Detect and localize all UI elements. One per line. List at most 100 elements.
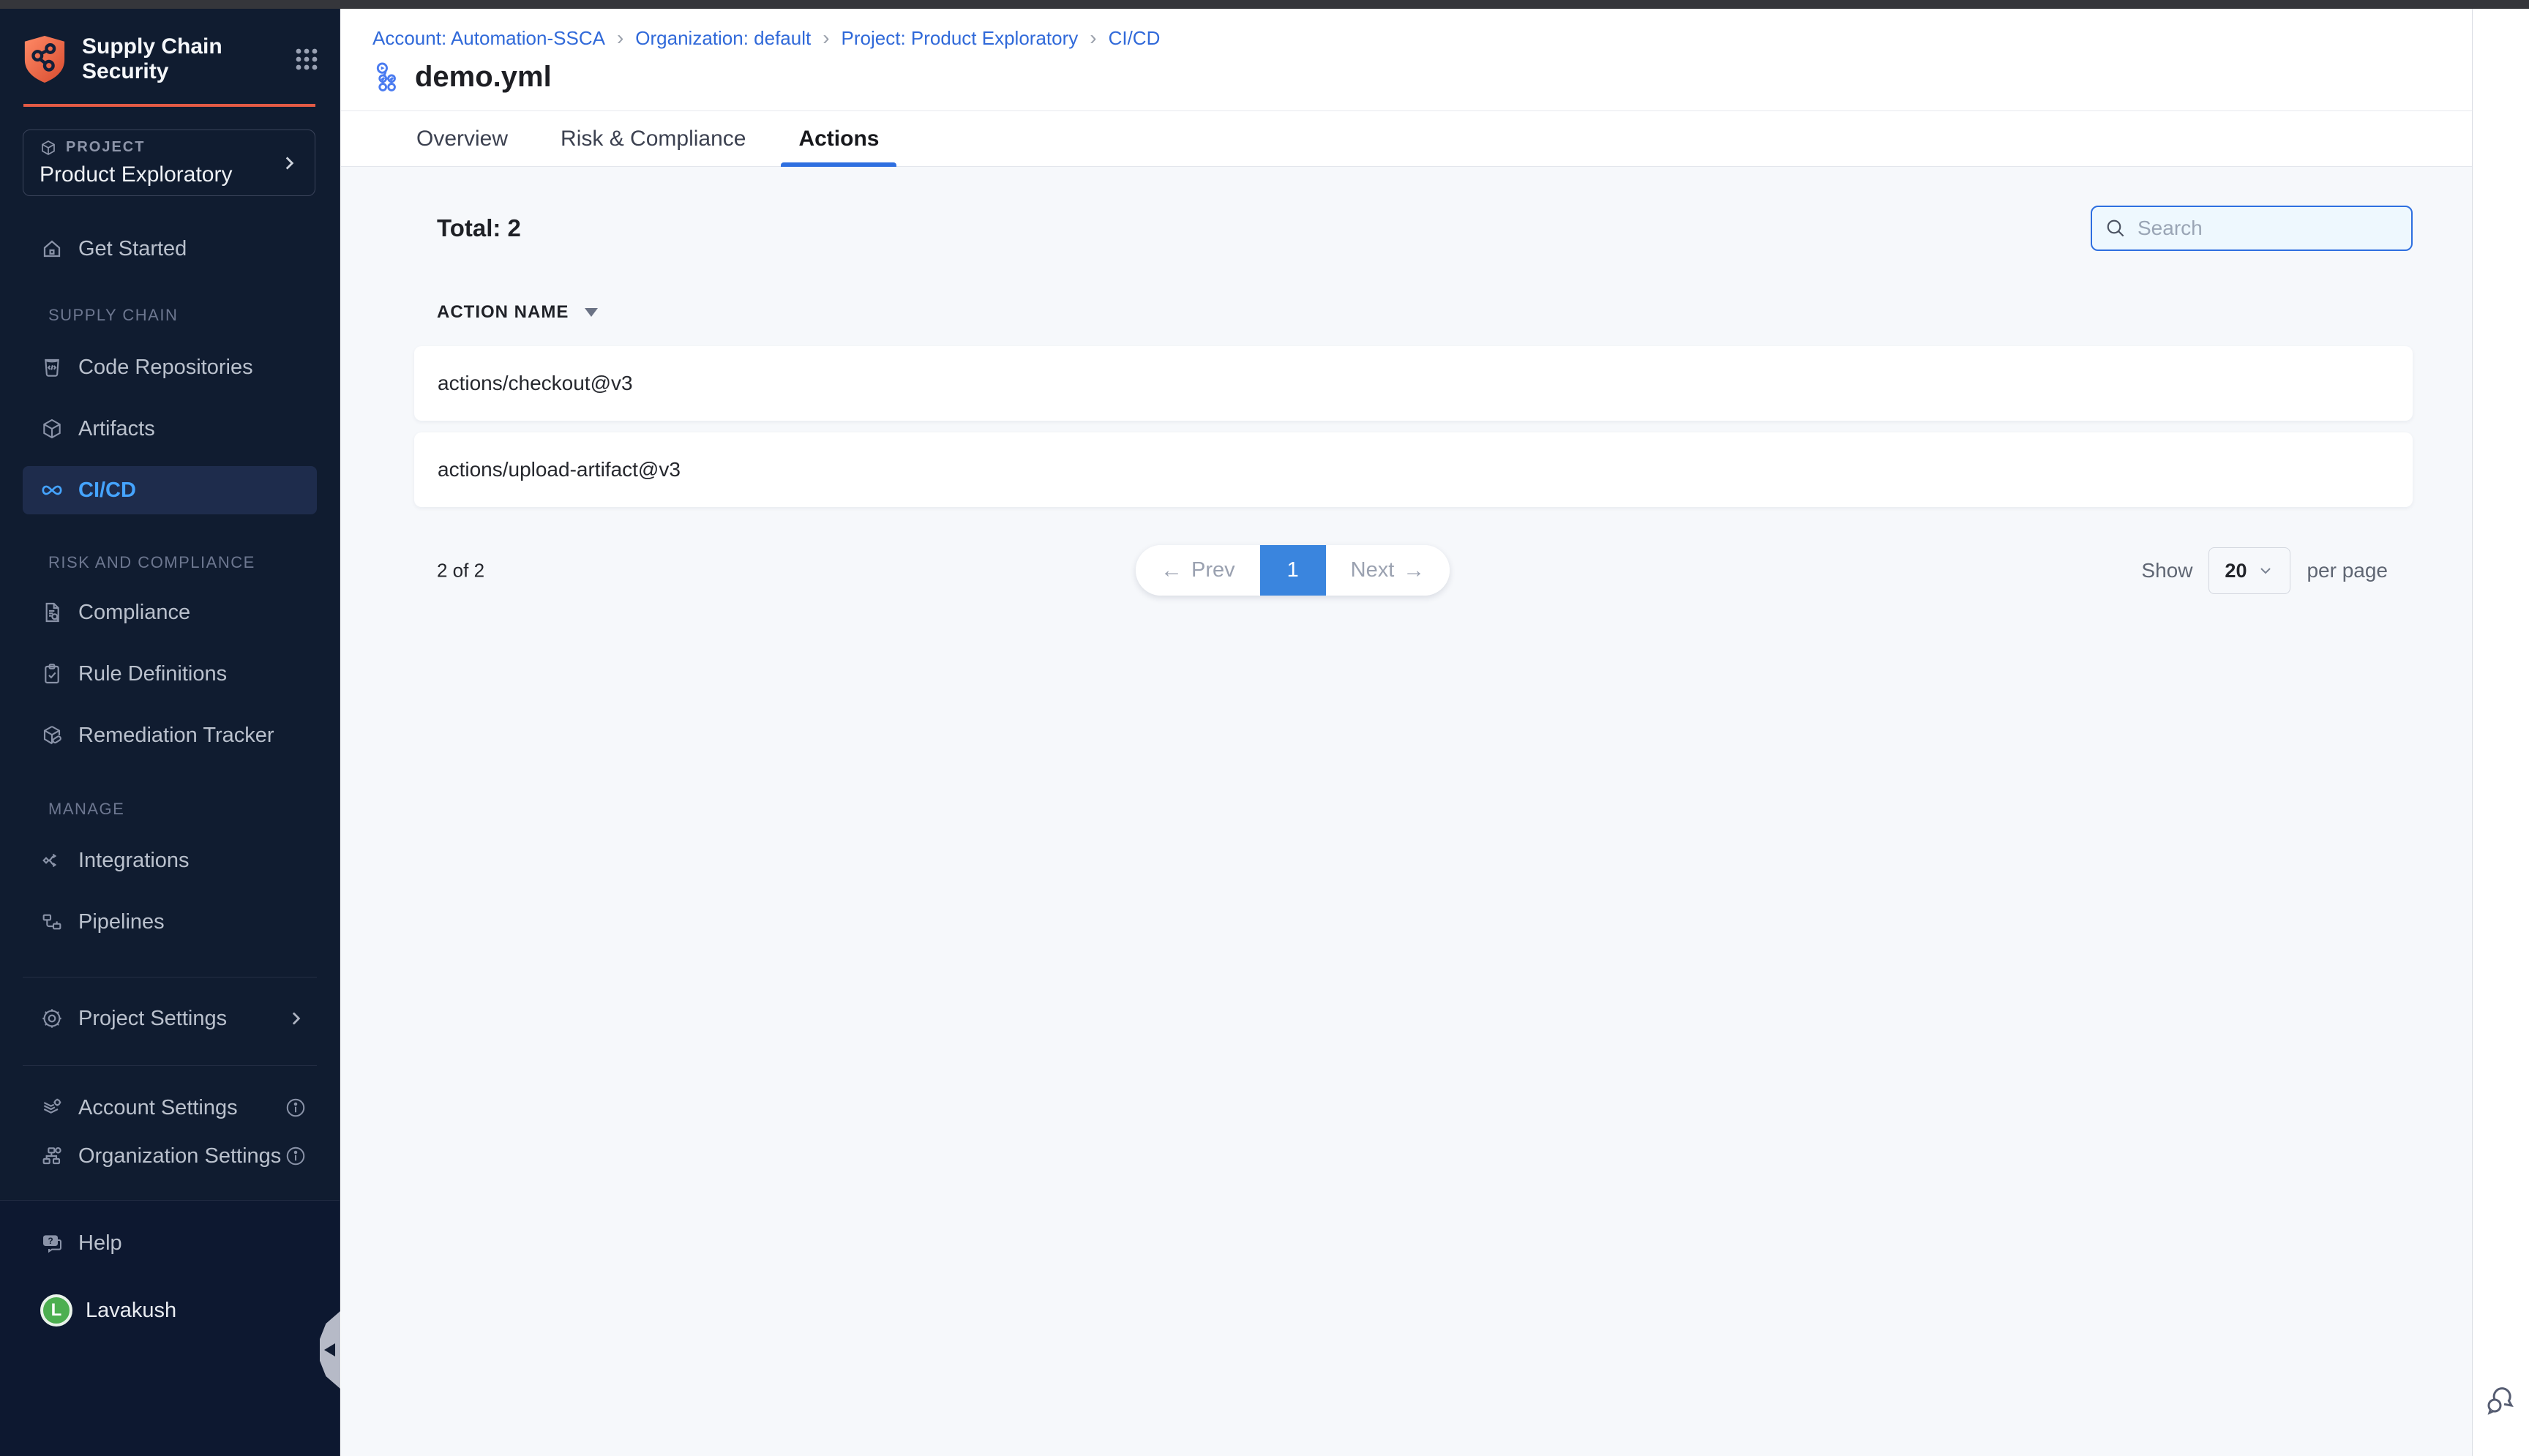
clipboard-check-icon xyxy=(40,662,64,686)
organization-gear-icon xyxy=(40,1144,64,1168)
project-cube-icon xyxy=(40,139,57,157)
sidebar-item-label: Account Settings xyxy=(78,1096,238,1120)
sidebar-item-label: Artifacts xyxy=(78,417,155,441)
sidebar-item-project-settings[interactable]: Project Settings xyxy=(23,994,317,1043)
compliance-document-icon xyxy=(40,601,64,624)
artifact-cube-icon xyxy=(40,417,64,440)
module-switcher-grid-icon[interactable] xyxy=(294,47,319,72)
sidebar-footer: ? Help L Lavakush xyxy=(0,1200,340,1456)
tab-risk-and-compliance[interactable]: Risk & Compliance xyxy=(543,111,763,166)
table-row[interactable]: actions/upload-artifact@v3 xyxy=(414,432,2413,507)
action-name-cell: actions/checkout@v3 xyxy=(438,372,633,395)
supply-chain-security-logo-icon xyxy=(22,34,67,85)
support-chat-icon[interactable] xyxy=(2483,1383,2518,1418)
user-name: Lavakush xyxy=(86,1299,176,1323)
infinity-cicd-icon xyxy=(40,479,64,502)
code-repository-icon xyxy=(40,356,64,379)
help-button[interactable]: ? Help xyxy=(23,1219,317,1267)
section-supply-chain: SUPPLY CHAIN xyxy=(48,306,340,325)
brand-header: Supply Chain Security xyxy=(0,9,340,85)
sidebar-item-cicd[interactable]: CI/CD xyxy=(23,466,317,514)
actions-tab-content: Total: 2 ACTION NAME actions/checkout@v3… xyxy=(341,206,2472,1456)
chevron-down-icon xyxy=(2257,562,2274,579)
sidebar-item-label: Get Started xyxy=(78,237,187,261)
left-arrow-icon: ← xyxy=(1161,558,1183,583)
sidebar-divider xyxy=(23,1065,317,1066)
account-layers-gear-icon xyxy=(40,1096,64,1119)
pipeline-file-icon xyxy=(372,60,406,94)
sidebar-item-integrations[interactable]: Integrations xyxy=(23,836,317,885)
per-page-label: per page xyxy=(2307,559,2388,582)
action-name-cell: actions/upload-artifact@v3 xyxy=(438,458,681,481)
brand-accent-divider xyxy=(23,104,315,107)
search-box xyxy=(2091,206,2413,251)
breadcrumb-separator: › xyxy=(617,26,623,50)
next-page-button[interactable]: Next → xyxy=(1326,545,1450,596)
chevron-right-icon xyxy=(285,1007,307,1029)
sidebar-item-compliance[interactable]: Compliance xyxy=(23,588,317,637)
page-title: demo.yml xyxy=(415,61,552,94)
project-selector-label: PROJECT xyxy=(66,139,145,156)
sidebar-item-label: Integrations xyxy=(78,849,190,873)
sidebar: Supply Chain Security PROJECT Product Ex… xyxy=(0,9,340,1456)
gear-icon xyxy=(40,1007,64,1030)
user-avatar: L xyxy=(40,1294,72,1326)
page-header: Account: Automation-SSCA › Organization:… xyxy=(341,9,2472,111)
main-area: Account: Automation-SSCA › Organization:… xyxy=(341,9,2472,1456)
sidebar-item-organization-settings[interactable]: Organization Settings xyxy=(23,1132,317,1180)
sidebar-item-label: Code Repositories xyxy=(78,356,253,380)
sidebar-item-label: Project Settings xyxy=(78,1007,227,1031)
sort-descending-icon xyxy=(585,308,598,317)
pager: ← Prev 1 Next → xyxy=(1136,545,1450,596)
collapse-left-arrow-icon xyxy=(324,1343,335,1356)
sidebar-item-code-repositories[interactable]: Code Repositories xyxy=(23,343,317,391)
project-selector-value: Product Exploratory xyxy=(40,162,280,187)
total-count-label: Total: 2 xyxy=(437,214,521,242)
project-selector[interactable]: PROJECT Product Exploratory xyxy=(23,130,315,196)
page-1-button[interactable]: 1 xyxy=(1260,545,1326,596)
sidebar-item-rule-definitions[interactable]: Rule Definitions xyxy=(23,650,317,698)
remediation-tracker-icon xyxy=(40,724,64,747)
search-input[interactable] xyxy=(2091,206,2413,251)
tab-actions[interactable]: Actions xyxy=(781,111,896,166)
sidebar-item-label: Rule Definitions xyxy=(78,662,227,686)
section-risk-and-compliance: RISK AND COMPLIANCE xyxy=(48,553,340,572)
info-icon[interactable] xyxy=(285,1097,307,1119)
info-icon[interactable] xyxy=(285,1145,307,1167)
sidebar-item-label: Remediation Tracker xyxy=(78,724,274,748)
breadcrumb-separator: › xyxy=(823,26,829,50)
sidebar-item-remediation-tracker[interactable]: Remediation Tracker xyxy=(23,711,317,759)
integrations-icon xyxy=(40,849,64,872)
svg-text:?: ? xyxy=(48,1236,53,1246)
sidebar-item-label: CI/CD xyxy=(78,479,136,503)
sidebar-item-account-settings[interactable]: Account Settings xyxy=(23,1084,317,1132)
pagination-row: 2 of 2 ← Prev 1 Next → Show 20 xyxy=(341,545,2472,596)
column-header-action-name[interactable]: ACTION NAME xyxy=(437,302,2472,323)
sidebar-item-pipelines[interactable]: Pipelines xyxy=(23,898,317,946)
home-icon xyxy=(40,237,64,260)
tab-overview[interactable]: Overview xyxy=(399,111,525,166)
sidebar-item-artifacts[interactable]: Artifacts xyxy=(23,405,317,453)
breadcrumb-separator: › xyxy=(1090,26,1096,50)
breadcrumb-project-link[interactable]: Project: Product Exploratory xyxy=(842,27,1079,50)
breadcrumb-cicd-link[interactable]: CI/CD xyxy=(1109,27,1161,50)
table-row[interactable]: actions/checkout@v3 xyxy=(414,346,2413,421)
tab-bar: Overview Risk & Compliance Actions xyxy=(341,111,2472,167)
right-arrow-icon: → xyxy=(1403,558,1425,583)
breadcrumb-account-link[interactable]: Account: Automation-SSCA xyxy=(372,27,605,50)
page-size-dropdown[interactable]: 20 xyxy=(2208,547,2290,594)
brand-title: Supply Chain Security xyxy=(82,34,288,84)
breadcrumb-organization-link[interactable]: Organization: default xyxy=(635,27,811,50)
sidebar-item-label: Organization Settings xyxy=(78,1144,281,1168)
results-summary: 2 of 2 xyxy=(437,560,484,582)
app-root: Supply Chain Security PROJECT Product Ex… xyxy=(0,0,2529,1456)
prev-page-button[interactable]: ← Prev xyxy=(1136,545,1260,596)
sidebar-item-get-started[interactable]: Get Started xyxy=(23,225,317,273)
help-chat-icon: ? xyxy=(40,1231,64,1255)
page-size-control: Show 20 per page xyxy=(2141,547,2388,594)
sidebar-item-label: Compliance xyxy=(78,601,190,625)
actions-list: actions/checkout@v3 actions/upload-artif… xyxy=(414,346,2413,507)
sidebar-nav: Get Started SUPPLY CHAIN Code Repositori… xyxy=(0,196,340,1456)
pipelines-icon xyxy=(40,910,64,934)
user-menu[interactable]: L Lavakush xyxy=(23,1286,317,1335)
